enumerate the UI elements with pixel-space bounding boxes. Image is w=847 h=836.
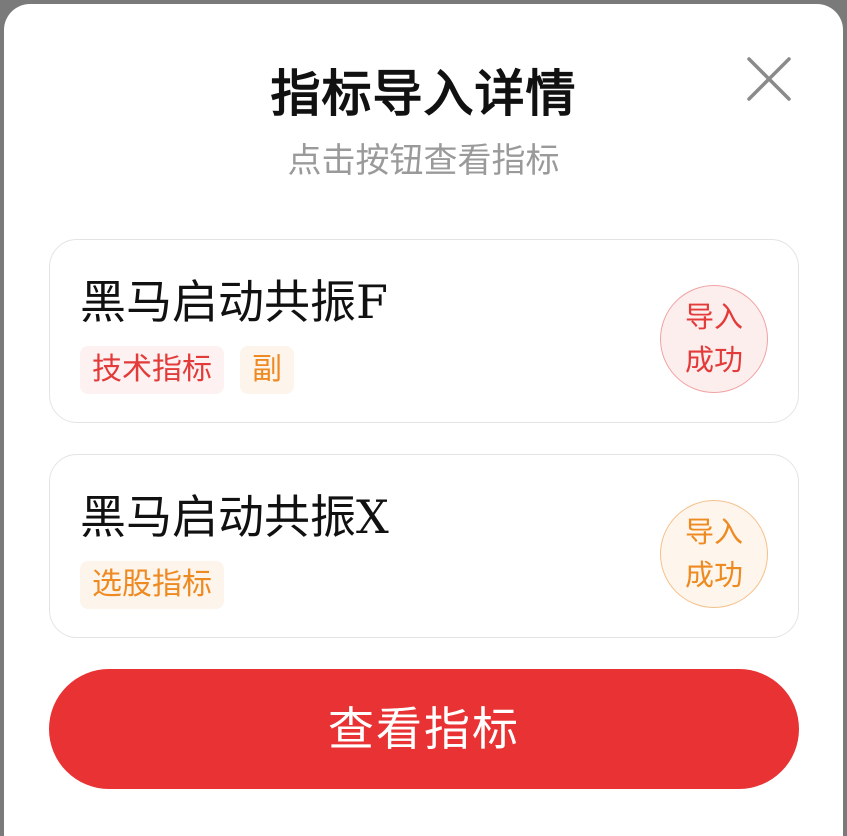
indicator-tags: 选股指标 — [80, 561, 224, 609]
tag-technical-indicator: 技术指标 — [80, 346, 224, 394]
indicator-name: 黑马启动共振F — [80, 275, 388, 329]
dialog-title: 指标导入详情 — [270, 65, 577, 123]
stamp-line-1: 导入 — [684, 515, 743, 549]
indicator-card: 黑马启动共振X 选股指标 导入 成功 — [49, 454, 799, 638]
dialog-subtitle: 点击按钮查看指标 — [287, 141, 560, 181]
indicator-card: 黑马启动共振F 技术指标 副 导入 成功 — [49, 239, 799, 423]
stamp-line-1: 导入 — [684, 300, 743, 334]
tag-stock-selection-indicator: 选股指标 — [80, 561, 224, 609]
import-details-dialog: 指标导入详情 点击按钮查看指标 黑马启动共振F 技术指标 副 导入 成功 黑马启… — [4, 4, 843, 836]
stamp-line-2: 成功 — [684, 558, 743, 592]
view-indicators-button[interactable]: 查看指标 — [49, 669, 799, 789]
import-success-stamp: 导入 成功 — [660, 500, 768, 608]
indicator-name: 黑马启动共振X — [80, 490, 389, 544]
indicator-tags: 技术指标 副 — [80, 346, 294, 394]
tag-sub-chart: 副 — [240, 346, 294, 394]
import-success-stamp: 导入 成功 — [660, 285, 768, 393]
stamp-line-2: 成功 — [684, 343, 743, 377]
